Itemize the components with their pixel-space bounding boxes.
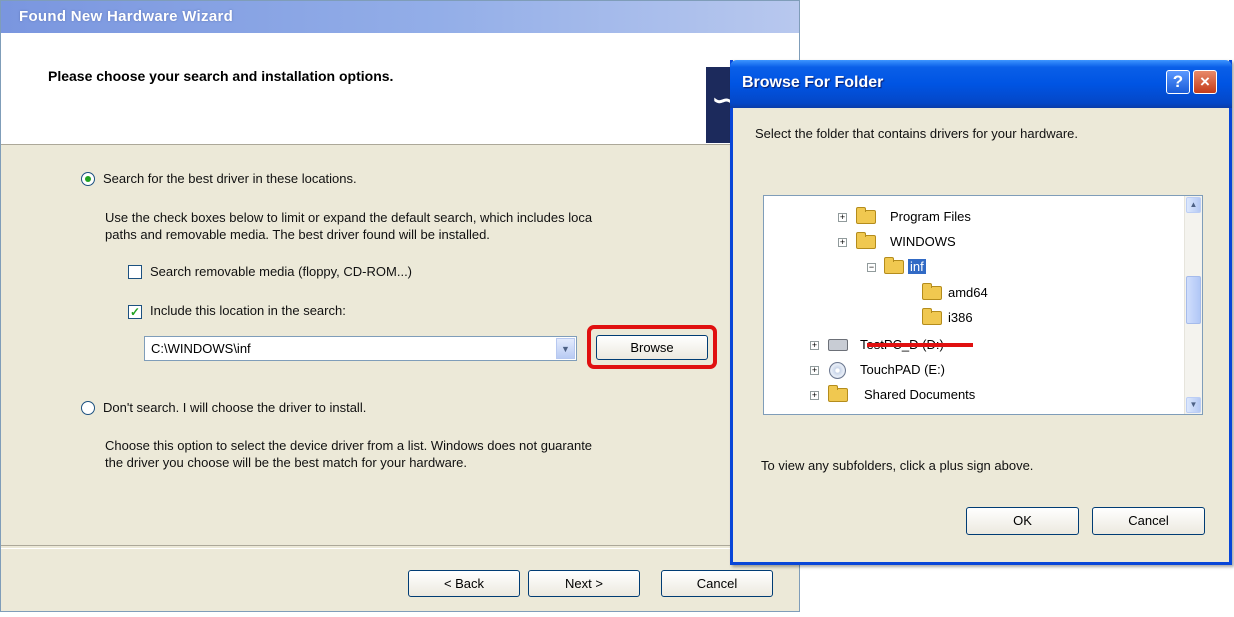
browse-instruction: Select the folder that contains drivers … bbox=[755, 126, 1078, 141]
tree-item-label[interactable]: WINDOWS bbox=[890, 234, 956, 249]
wizard-title-bar: Found New Hardware Wizard bbox=[1, 1, 799, 33]
cancel-button[interactable]: Cancel bbox=[661, 570, 773, 597]
folder-icon bbox=[856, 207, 876, 224]
manual-description-line-1: Choose this option to select the device … bbox=[105, 438, 593, 453]
tree-item-amd64[interactable]: amd64 bbox=[764, 283, 1184, 304]
scroll-up-icon[interactable]: ▲ bbox=[1186, 197, 1201, 213]
wizard-heading: Please choose your search and installati… bbox=[48, 68, 394, 84]
browse-title: Browse For Folder bbox=[742, 74, 884, 91]
tree-item-testpc-d[interactable]: + TestPC_D (D:) bbox=[764, 336, 1184, 356]
scrollbar-thumb[interactable] bbox=[1186, 276, 1201, 324]
tree-item-label[interactable]: Shared Documents bbox=[864, 387, 975, 402]
inf-underline-annotation bbox=[867, 343, 973, 347]
search-removable-media-label[interactable]: Search removable media (floppy, CD-ROM..… bbox=[150, 264, 412, 279]
location-value[interactable]: C:\WINDOWS\inf bbox=[151, 341, 251, 356]
browse-cancel-button[interactable]: Cancel bbox=[1092, 507, 1205, 535]
dont-search-label[interactable]: Don't search. I will choose the driver t… bbox=[103, 400, 366, 415]
cd-drive-icon bbox=[829, 362, 846, 379]
found-new-hardware-wizard: Found New Hardware Wizard Please choose … bbox=[0, 0, 800, 612]
browse-hint: To view any subfolders, click a plus sig… bbox=[761, 458, 1034, 473]
tree-item-touchpad-e[interactable]: + TouchPAD (E:) bbox=[764, 361, 1184, 381]
back-button[interactable]: < Back bbox=[408, 570, 520, 597]
tree-item-inf[interactable]: − inf bbox=[764, 257, 1184, 278]
location-combobox[interactable]: C:\WINDOWS\inf ▼ bbox=[144, 336, 577, 361]
chevron-down-icon[interactable]: ▼ bbox=[556, 338, 575, 359]
dont-search-radio[interactable] bbox=[81, 401, 95, 415]
tree-item-windows[interactable]: + WINDOWS bbox=[764, 232, 1184, 253]
browse-highlight-annotation bbox=[587, 325, 717, 369]
expand-plus-icon[interactable]: + bbox=[838, 238, 847, 247]
help-icon[interactable]: ? bbox=[1166, 70, 1190, 94]
expand-plus-icon[interactable]: + bbox=[810, 341, 819, 350]
search-best-driver-label[interactable]: Search for the best driver in these loca… bbox=[103, 171, 357, 186]
search-removable-media-checkbox[interactable] bbox=[128, 265, 142, 279]
tree-item-label-selected[interactable]: inf bbox=[908, 259, 926, 274]
folder-icon bbox=[922, 283, 942, 300]
tree-vertical-scrollbar[interactable]: ▲ ▼ bbox=[1184, 196, 1202, 414]
folder-icon bbox=[828, 385, 848, 402]
search-best-driver-radio[interactable] bbox=[81, 172, 95, 186]
ok-button[interactable]: OK bbox=[966, 507, 1079, 535]
search-description-line-1: Use the check boxes below to limit or ex… bbox=[105, 210, 593, 225]
search-description-line-2: paths and removable media. The best driv… bbox=[105, 227, 490, 242]
include-location-label[interactable]: Include this location in the search: bbox=[150, 303, 346, 318]
tree-item-label[interactable]: i386 bbox=[948, 310, 973, 325]
browse-for-folder-dialog: Browse For Folder ? × Select the folder … bbox=[730, 60, 1232, 565]
folder-icon bbox=[922, 308, 942, 325]
browse-title-bar: Browse For Folder ? × bbox=[730, 60, 1232, 108]
tree-item-label[interactable]: TouchPAD (E:) bbox=[860, 362, 945, 377]
tree-item-i386[interactable]: i386 bbox=[764, 308, 1184, 329]
wizard-footer-divider bbox=[1, 545, 799, 549]
tree-item-label[interactable]: Program Files bbox=[890, 209, 971, 224]
include-location-checkbox[interactable]: ✓ bbox=[128, 305, 142, 319]
folder-tree[interactable]: + Program Files + WINDOWS − inf amd64 i3… bbox=[763, 195, 1203, 415]
close-icon[interactable]: × bbox=[1193, 70, 1217, 94]
manual-description-line-2: the driver you choose will be the best m… bbox=[105, 455, 468, 470]
scroll-down-icon[interactable]: ▼ bbox=[1186, 397, 1201, 413]
collapse-minus-icon[interactable]: − bbox=[867, 263, 876, 272]
wizard-header: Please choose your search and installati… bbox=[1, 33, 799, 145]
tree-item-program-files[interactable]: + Program Files bbox=[764, 207, 1184, 228]
tree-item-shared-documents[interactable]: + Shared Documents bbox=[764, 385, 1184, 406]
expand-plus-icon[interactable]: + bbox=[838, 213, 847, 222]
folder-icon bbox=[856, 232, 876, 249]
tree-item-label[interactable]: amd64 bbox=[948, 285, 988, 300]
next-button[interactable]: Next > bbox=[528, 570, 640, 597]
expand-plus-icon[interactable]: + bbox=[810, 391, 819, 400]
open-folder-icon bbox=[884, 257, 904, 274]
drive-icon bbox=[828, 339, 848, 351]
expand-plus-icon[interactable]: + bbox=[810, 366, 819, 375]
